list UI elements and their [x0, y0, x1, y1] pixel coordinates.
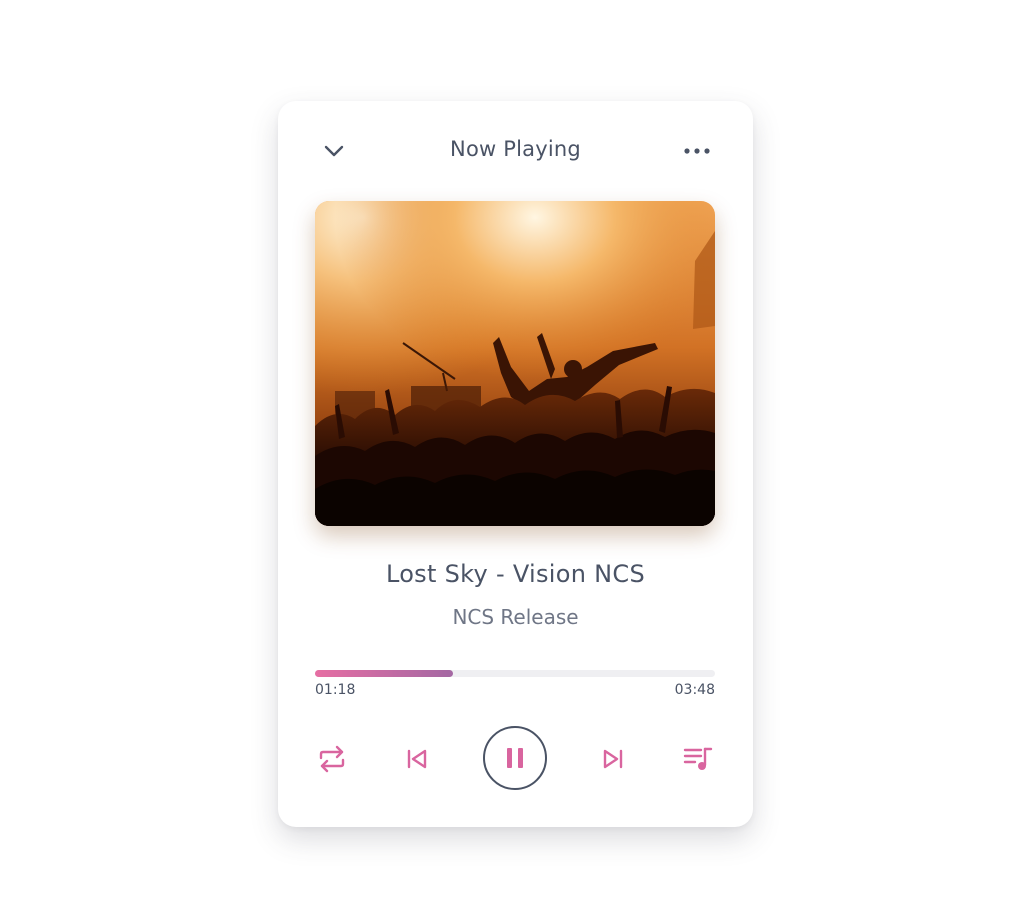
more-options-button[interactable]: [679, 137, 715, 165]
previous-button[interactable]: [401, 743, 433, 775]
current-time: 01:18: [315, 682, 356, 698]
progress-bar[interactable]: [315, 670, 715, 677]
next-button[interactable]: [597, 743, 629, 775]
repeat-icon: [319, 745, 345, 773]
track-title: Lost Sky - Vision NCS: [385, 560, 646, 588]
playlist-icon: [683, 747, 713, 770]
concert-crowd-image: [315, 201, 715, 526]
progress-fill: [315, 670, 454, 677]
player-header: Now Playing: [278, 101, 753, 201]
album-cover: [315, 201, 715, 526]
player-card: Now Playing Lost Sky - Vision NCS NCS Re…: [278, 101, 753, 827]
skip-next-icon: [603, 749, 623, 769]
repeat-button[interactable]: [314, 742, 350, 776]
playback-controls: [278, 726, 753, 792]
total-time: 03:48: [674, 682, 715, 698]
play-pause-button[interactable]: [483, 726, 547, 790]
skip-previous-icon: [407, 749, 427, 769]
pause-icon: [507, 748, 523, 768]
track-artist: NCS Release: [452, 605, 579, 629]
playlist-button[interactable]: [680, 742, 716, 776]
more-horizontal-icon: [684, 148, 710, 154]
